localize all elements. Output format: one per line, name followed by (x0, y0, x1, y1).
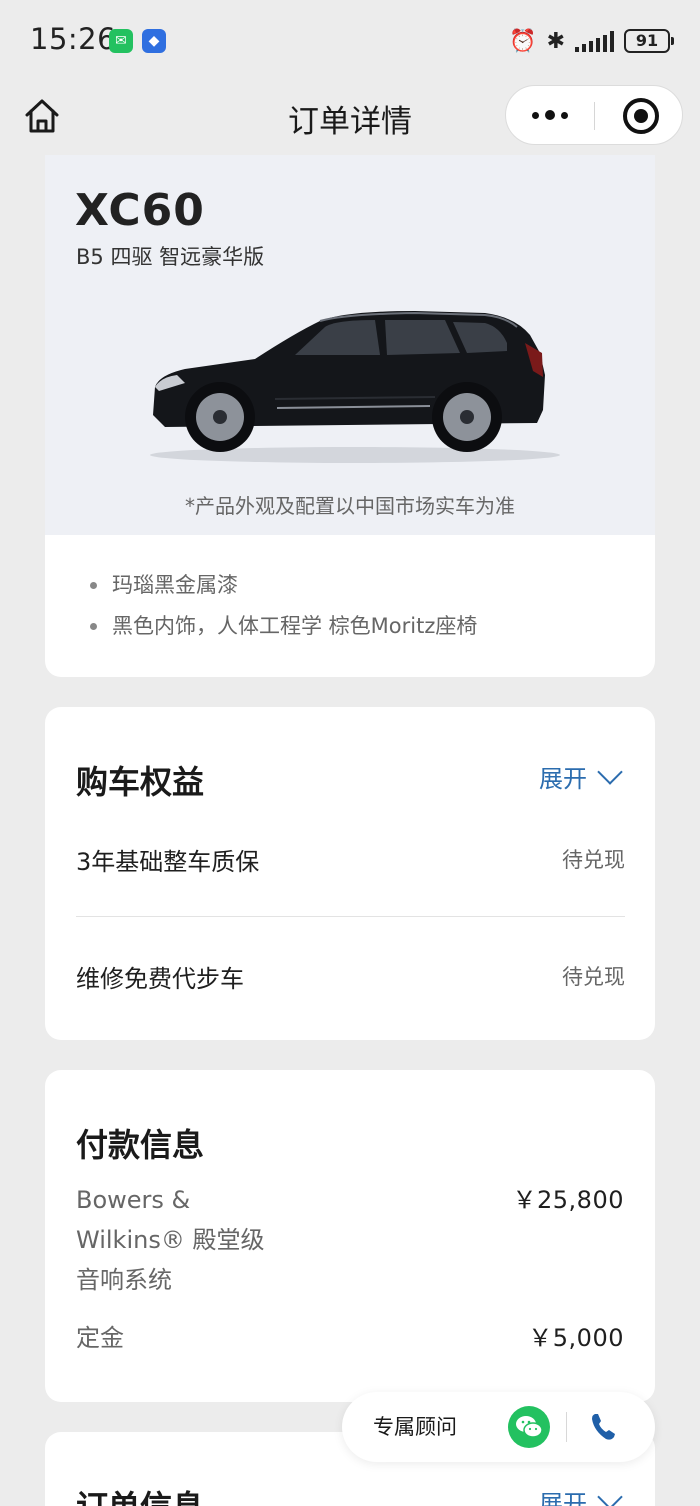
advisor-divider (566, 1412, 567, 1442)
phone-icon[interactable] (586, 1409, 622, 1445)
benefits-expand-label: 展开 (539, 765, 587, 793)
chevron-down-icon (597, 1483, 623, 1506)
benefit-row: 维修免费代步车 待兑现 (76, 959, 625, 999)
car-image (150, 311, 560, 463)
bluetooth-icon: ✱ (546, 28, 565, 54)
order-info-title: 订单信息 (76, 1482, 204, 1506)
battery-icon: 91 (624, 29, 674, 53)
benefit-name: 维修免费代步车 (76, 965, 244, 993)
car-option-interior: 黑色内饰，人体工程学 棕色Moritz座椅 (90, 611, 477, 652)
chevron-down-icon (597, 758, 623, 785)
order-expand-button[interactable]: 展开 (539, 1483, 623, 1506)
payment-card: 付款信息 Bowers & Wilkins® 殿堂级音响系统 ￥25,800 定… (45, 1070, 655, 1402)
payment-title: 付款信息 (76, 1126, 205, 1164)
alarm-icon: ⏰ (509, 28, 537, 54)
signal-icon (575, 30, 614, 52)
payment-item-name: 定金 (76, 1324, 124, 1352)
car-model: XC60 (75, 185, 205, 236)
wechat-icon[interactable] (508, 1406, 550, 1448)
close-miniprogram-icon[interactable] (623, 98, 659, 134)
payment-item-name: Bowers & Wilkins® 殿堂级音响系统 (76, 1186, 265, 1294)
car-hero: XC60 B5 四驱 智远豪华版 *产品外观及配置以中国市场实车为准 (45, 155, 655, 535)
payment-item-price: ￥5,000 (528, 1324, 624, 1352)
payment-item-price: ￥25,800 (512, 1186, 624, 1214)
benefits-expand-button[interactable]: 展开 (539, 758, 623, 794)
miniprogram-capsule (505, 85, 683, 145)
wechat-notification-icon: ✉ (109, 29, 133, 53)
status-time: 15:26 (30, 22, 117, 56)
capsule-divider (594, 102, 595, 130)
status-bar: 15:26 ✉ ◆ ⏰ ✱ 91 (0, 0, 700, 80)
car-trim: B5 四驱 智远豪华版 (76, 245, 265, 269)
app-notification-icon: ◆ (142, 29, 166, 53)
benefit-divider (76, 916, 625, 917)
car-card: XC60 B5 四驱 智远豪华版 *产品外观及配置以中国市场实车为准 玛瑙黑金属… (45, 155, 655, 677)
car-option-paint: 玛瑙黑金属漆 (90, 570, 477, 611)
benefit-status: 待兑现 (562, 848, 625, 872)
car-options-list: 玛瑙黑金属漆 黑色内饰，人体工程学 棕色Moritz座椅 (90, 570, 477, 652)
nav-bar: 订单详情 (0, 80, 700, 152)
benefits-card: 购车权益 展开 3年基础整车质保 待兑现 维修免费代步车 待兑现 (45, 707, 655, 1040)
more-icon[interactable] (506, 86, 594, 144)
benefit-status: 待兑现 (562, 965, 625, 989)
benefit-row: 3年基础整车质保 待兑现 (76, 842, 625, 882)
status-icons: ⏰ ✱ 91 (509, 26, 674, 56)
advisor-label: 专属顾问 (373, 1415, 457, 1439)
order-expand-label: 展开 (539, 1490, 587, 1506)
advisor-floating-bar: 专属顾问 (342, 1392, 655, 1462)
benefit-name: 3年基础整车质保 (76, 848, 260, 876)
benefits-title: 购车权益 (76, 763, 205, 801)
car-disclaimer: *产品外观及配置以中国市场实车为准 (185, 494, 515, 518)
